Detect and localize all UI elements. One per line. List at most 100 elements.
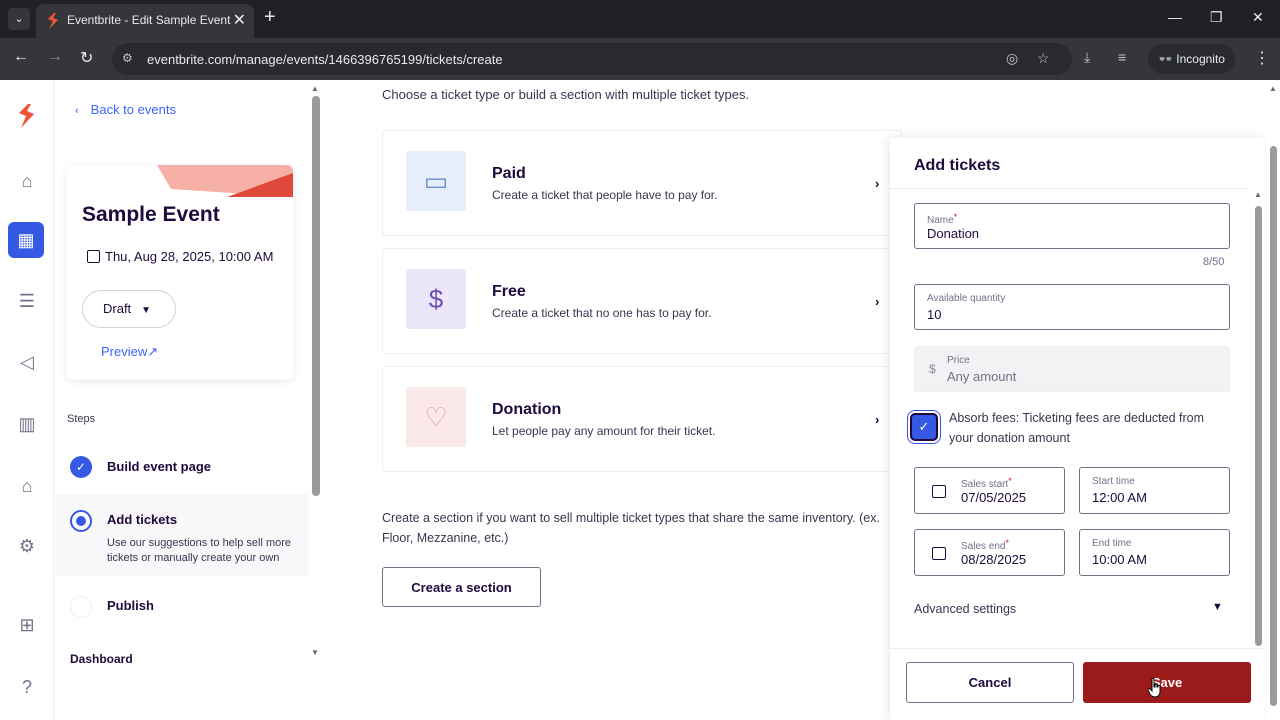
scroll-up-icon[interactable]: ▲ <box>1269 84 1277 93</box>
app: ⌂ ▦ ☰ ◁ ▥ ⌂ ⚙ ⊞ ? ‹ Back to events Sample… <box>0 80 1280 720</box>
help-icon[interactable]: ? <box>13 673 41 701</box>
new-tab-icon[interactable]: + <box>264 6 276 29</box>
back-arrow-icon[interactable]: ← <box>13 48 29 66</box>
ticket-type-free[interactable]: $ Free Create a ticket that no one has t… <box>382 248 902 354</box>
event-name: Sample Event <box>82 203 220 226</box>
start-time-field[interactable]: Start time 12:00 AM <box>1079 467 1230 514</box>
reload-icon[interactable]: ↻ <box>80 48 93 68</box>
mouse-cursor-icon <box>1148 678 1161 698</box>
sales-end-date-field[interactable]: Sales end* 08/28/2025 <box>914 529 1065 576</box>
intro-text: Choose a ticket type or build a section … <box>382 87 750 102</box>
status-dropdown[interactable]: Draft ▼ <box>82 290 176 328</box>
download-icon[interactable]: ⤓ <box>1084 49 1090 66</box>
ticket-type-donation[interactable]: ♡ Donation Let people pay any amount for… <box>382 366 902 472</box>
advanced-settings-toggle[interactable]: Advanced settings <box>914 602 1016 616</box>
step-build-event-page[interactable]: ✓ Build event page <box>55 450 308 484</box>
field-label: Start time <box>1092 476 1135 487</box>
panel-scroll-thumb[interactable] <box>1255 206 1262 646</box>
scroll-up-icon[interactable]: ▲ <box>311 84 319 93</box>
event-date-text: Thu, Aug 28, 2025, 10:00 AM <box>105 249 274 264</box>
panel-scrollbar[interactable]: ▲ <box>1251 138 1265 648</box>
field-label: Price <box>947 355 970 366</box>
ticket-type-title: Free <box>492 283 526 300</box>
step-title: Publish <box>107 598 154 613</box>
site-info-icon[interactable]: ⚙ <box>122 51 133 65</box>
save-button[interactable]: Save <box>1083 662 1251 703</box>
minimize-icon[interactable]: — <box>1168 9 1182 25</box>
eventbrite-favicon-icon <box>48 13 58 29</box>
bookmark-star-icon[interactable]: ☆ <box>1037 50 1050 67</box>
calendar-icon <box>932 547 946 560</box>
sales-start-date-field[interactable]: Sales start* 07/05/2025 <box>914 467 1065 514</box>
sidebar-scrollbar[interactable]: ▲ ▼ <box>309 80 323 720</box>
field-label: Sales start* <box>961 476 1012 490</box>
chevron-down-icon[interactable]: ▼ <box>1212 601 1223 613</box>
reports-chart-icon[interactable]: ▥ <box>13 410 41 438</box>
field-label: End time <box>1092 538 1132 549</box>
end-time-field[interactable]: End time 10:00 AM <box>1079 529 1230 576</box>
ticket-name-field[interactable]: Name* Donation <box>914 203 1230 249</box>
eventbrite-logo-icon[interactable] <box>17 104 37 128</box>
cancel-button[interactable]: Cancel <box>906 662 1074 703</box>
back-to-events-link[interactable]: ‹ Back to events <box>75 102 176 117</box>
ticket-type-description: Let people pay any amount for their tick… <box>492 424 716 438</box>
tab-close-icon[interactable]: ✕ <box>233 10 246 30</box>
orders-icon[interactable]: ☰ <box>13 287 41 315</box>
eye-off-icon[interactable]: ◎ <box>1006 50 1018 67</box>
price-field: $ Price Any amount <box>914 346 1230 392</box>
incognito-icon: 👓 <box>1158 52 1177 66</box>
settings-gear-icon[interactable]: ⚙ <box>13 532 41 560</box>
ticket-type-description: Create a ticket that no one has to pay f… <box>492 306 712 320</box>
ticket-type-paid[interactable]: ▭ Paid Create a ticket that people have … <box>382 130 902 236</box>
sidebar-scroll-thumb[interactable] <box>312 96 320 496</box>
status-label: Draft <box>103 301 132 316</box>
address-bar[interactable]: ⚙ eventbrite.com/manage/events/146639676… <box>112 43 1072 75</box>
scroll-down-icon[interactable]: ▼ <box>311 648 319 657</box>
steps-heading: Steps <box>67 413 96 425</box>
browser-toolbar: ← → ↻ ⚙ eventbrite.com/manage/events/146… <box>0 38 1280 80</box>
chevron-down-icon: ▼ <box>141 305 152 316</box>
ticket-type-title: Donation <box>492 401 562 418</box>
preview-link[interactable]: Preview↗ <box>101 344 158 360</box>
incognito-badge[interactable]: 👓 Incognito <box>1148 44 1235 74</box>
step-add-tickets[interactable]: Add tickets Use our suggestions to help … <box>55 494 308 576</box>
back-label: Back to events <box>90 102 176 117</box>
page-scrollbar[interactable]: ▲ <box>1266 80 1280 720</box>
tab-search-button[interactable]: ⌄ <box>8 8 30 30</box>
step-publish[interactable]: Publish <box>55 588 308 622</box>
field-value: 12:00 AM <box>1092 490 1147 505</box>
forward-arrow-icon[interactable]: → <box>47 48 63 66</box>
available-quantity-field[interactable]: Available quantity 10 <box>914 284 1230 330</box>
browser-tab[interactable]: Eventbrite - Edit Sample Event ✕ <box>36 4 254 38</box>
current-step-icon <box>70 510 92 532</box>
restore-icon[interactable]: ❐ <box>1210 9 1223 26</box>
calendar-icon <box>932 485 946 498</box>
browser-menu-icon[interactable]: ⋮ <box>1254 48 1270 68</box>
event-summary-card: Sample Event Thu, Aug 28, 2025, 10:00 AM… <box>67 165 293 380</box>
home-icon[interactable]: ⌂ <box>13 167 41 195</box>
pending-step-icon <box>70 596 92 618</box>
page-scroll-thumb[interactable] <box>1270 146 1277 706</box>
panel-divider <box>890 188 1250 189</box>
window-close-icon[interactable]: ✕ <box>1252 9 1264 26</box>
event-date: Thu, Aug 28, 2025, 10:00 AM <box>87 249 273 264</box>
scroll-up-icon[interactable]: ▲ <box>1254 190 1262 199</box>
url-text[interactable]: eventbrite.com/manage/events/14663967651… <box>147 52 503 67</box>
field-value: 07/05/2025 <box>961 490 1027 505</box>
add-tickets-panel: Add tickets Name* Donation 8/50 Availabl… <box>890 138 1265 720</box>
check-icon: ✓ <box>70 456 92 478</box>
external-link-icon: ↗ <box>147 344 159 359</box>
field-value: 10 <box>927 307 942 322</box>
character-counter: 8/50 <box>1203 256 1225 268</box>
ticket-type-title: Paid <box>492 165 526 182</box>
absorb-fees-checkbox[interactable]: ✓ <box>910 413 938 441</box>
dashboard-link[interactable]: Dashboard <box>70 652 133 666</box>
finance-bank-icon[interactable]: ⌂ <box>13 472 41 500</box>
marketing-megaphone-icon[interactable]: ◁ <box>13 348 41 376</box>
step-description: Use our suggestions to help sell more ti… <box>107 537 292 564</box>
step-title: Add tickets <box>107 512 178 527</box>
create-section-button[interactable]: Create a section <box>382 567 541 607</box>
apps-grid-icon[interactable]: ⊞ <box>13 611 41 639</box>
events-calendar-icon[interactable]: ▦ <box>8 222 44 258</box>
reading-list-icon[interactable]: ≡ <box>1118 49 1126 65</box>
